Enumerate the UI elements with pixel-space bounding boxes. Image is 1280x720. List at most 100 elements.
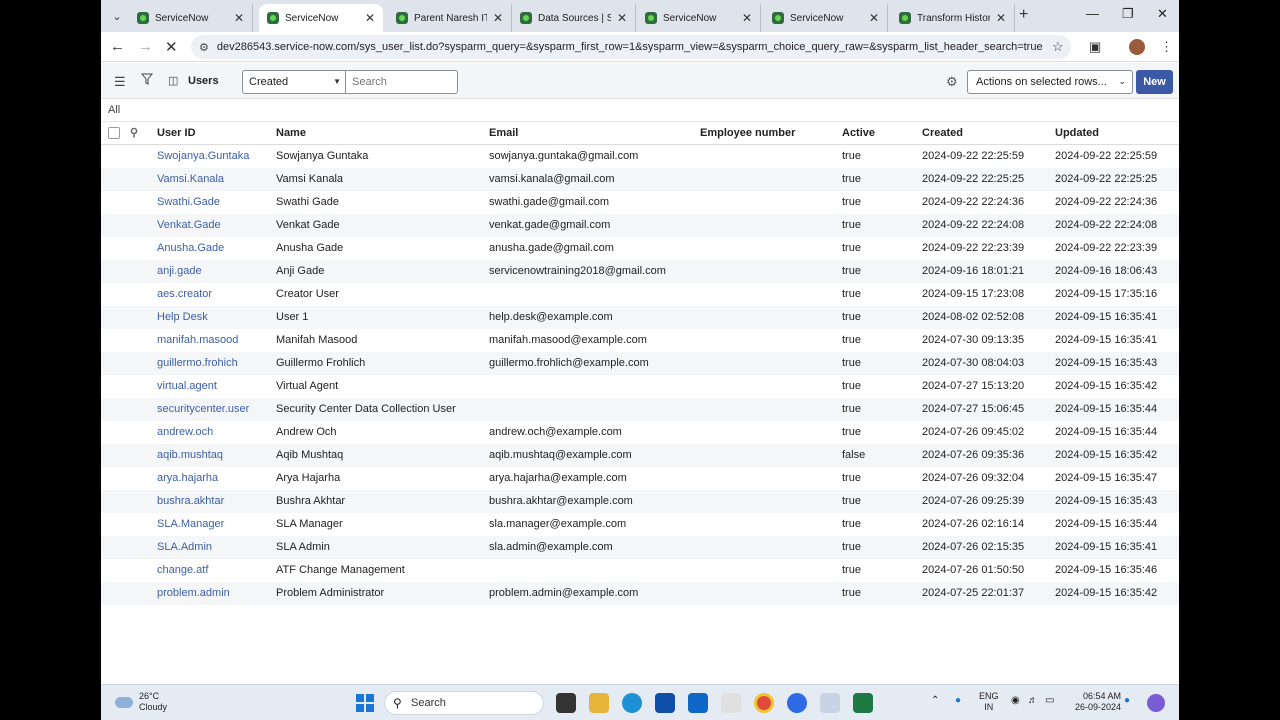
loading-icon[interactable]: ✕	[165, 38, 178, 56]
table-row[interactable]: Anusha.Gade Anusha Gade anusha.gade@gmail.…	[101, 237, 1179, 260]
browser-tab[interactable]: ServiceNow ✕	[129, 4, 253, 32]
task-view-icon[interactable]	[556, 693, 576, 713]
table-row[interactable]: aes.creator Creator User true 2024-09-15 17…	[101, 283, 1179, 306]
table-row[interactable]: SLA.Admin SLA Admin sla.admin@example.com t…	[101, 536, 1179, 559]
tray-overflow-icon[interactable]: ⌃	[931, 695, 939, 706]
table-row[interactable]: Venkat.Gade Venkat Gade venkat.gade@gmail.…	[101, 214, 1179, 237]
bookmark-star-icon[interactable]: ☆	[1052, 39, 1064, 55]
table-row[interactable]: securitycenter.user Security Center Data …	[101, 398, 1179, 421]
language-indicator[interactable]: ENG IN	[979, 691, 999, 713]
copilot-icon[interactable]	[1147, 694, 1165, 712]
table-row[interactable]: Help Desk User 1 help.desk@example.com true…	[101, 306, 1179, 329]
site-info-icon[interactable]: ⚙	[199, 41, 209, 54]
user-id-link[interactable]: SLA.Manager	[157, 513, 224, 536]
taskbar-search[interactable]: ⚲ Search	[384, 691, 544, 715]
search-field-select[interactable]: Created ▼	[242, 70, 346, 94]
table-row[interactable]: guillermo.frohich Guillermo Frohlich guill…	[101, 352, 1179, 375]
context-menu-icon[interactable]: ◫	[168, 74, 178, 87]
user-id-link[interactable]: aqib.mushtaq	[157, 444, 223, 467]
browser-tab[interactable]: ServiceNow ✕	[637, 4, 761, 32]
table-row[interactable]: Swojanya.Guntaka Sowjanya Guntaka sowjanya…	[101, 145, 1179, 168]
gear-icon[interactable]: ⚙	[946, 74, 958, 90]
maximize-icon[interactable]: ❐	[1122, 6, 1134, 22]
outlook-icon[interactable]	[688, 693, 708, 713]
table-row[interactable]: bushra.akhtar Bushra Akhtar bushra.akhtar@…	[101, 490, 1179, 513]
close-tab-icon[interactable]: ✕	[617, 11, 627, 25]
user-id-link[interactable]: securitycenter.user	[157, 398, 249, 421]
table-row[interactable]: problem.admin Problem Administrator proble…	[101, 582, 1179, 605]
forward-icon[interactable]: →	[138, 38, 153, 55]
new-button[interactable]: New	[1136, 70, 1173, 94]
browser-menu-icon[interactable]: ⋮	[1160, 39, 1173, 55]
user-id-link[interactable]: change.atf	[157, 559, 208, 582]
user-id-link[interactable]: Help Desk	[157, 306, 208, 329]
excel-icon[interactable]	[853, 693, 873, 713]
user-id-link[interactable]: bushra.akhtar	[157, 490, 224, 513]
zoom-icon[interactable]	[787, 693, 807, 713]
search-input[interactable]	[345, 70, 458, 94]
user-id-link[interactable]: andrew.och	[157, 421, 213, 444]
browser-tab[interactable]: Data Sources | Ser ✕	[512, 4, 636, 32]
list-menu-icon[interactable]: ☰	[114, 74, 126, 90]
filter-icon[interactable]	[141, 73, 153, 85]
user-id-link[interactable]: Anusha.Gade	[157, 237, 224, 260]
table-row[interactable]: aqib.mushtaq Aqib Mushtaq aqib.mushtaq@exa…	[101, 444, 1179, 467]
browser-tab[interactable]: Transform Historic ✕	[891, 4, 1015, 32]
browser-tab[interactable]: Parent Naresh ITs ✕	[388, 4, 512, 32]
actions-select[interactable]: Actions on selected rows... ⌄	[967, 70, 1133, 94]
table-row[interactable]: manifah.masood Manifah Masood manifah.maso…	[101, 329, 1179, 352]
column-header[interactable]: Created	[922, 122, 963, 145]
new-tab-icon[interactable]: +	[1019, 6, 1028, 24]
edge-icon[interactable]	[622, 693, 642, 713]
back-icon[interactable]: ←	[110, 38, 125, 55]
file-explorer-icon[interactable]	[589, 693, 609, 713]
table-row[interactable]: Swathi.Gade Swathi Gade swathi.gade@gmail.…	[101, 191, 1179, 214]
microphone-icon[interactable]: ●	[955, 695, 961, 706]
table-row[interactable]: Vamsi.Kanala Vamsi Kanala vamsi.kanala@gma…	[101, 168, 1179, 191]
store-icon[interactable]	[655, 693, 675, 713]
user-id-link[interactable]: Venkat.Gade	[157, 214, 221, 237]
profile-avatar[interactable]	[1129, 39, 1145, 55]
table-row[interactable]: virtual.agent Virtual Agent true 2024-07-27…	[101, 375, 1179, 398]
tab-search-icon[interactable]: ⌄	[105, 5, 129, 27]
close-tab-icon[interactable]: ✕	[365, 11, 375, 25]
close-tab-icon[interactable]: ✕	[869, 11, 879, 25]
close-tab-icon[interactable]: ✕	[493, 11, 503, 25]
table-row[interactable]: SLA.Manager SLA Manager sla.manager@exampl…	[101, 513, 1179, 536]
wifi-icon[interactable]: ◉	[1011, 695, 1020, 706]
column-search-icon[interactable]: ⚲	[130, 126, 138, 139]
clock[interactable]: 06:54 AM 26-09-2024	[1071, 691, 1121, 713]
table-row[interactable]: arya.hajarha Arya Hajarha arya.hajarha@exa…	[101, 467, 1179, 490]
close-tab-icon[interactable]: ✕	[234, 11, 244, 25]
user-id-link[interactable]: anji.gade	[157, 260, 202, 283]
column-header[interactable]: Updated	[1055, 122, 1099, 145]
user-id-link[interactable]: Swojanya.Guntaka	[157, 145, 249, 168]
user-id-link[interactable]: arya.hajarha	[157, 467, 218, 490]
close-tab-icon[interactable]: ✕	[996, 11, 1006, 25]
user-id-link[interactable]: Vamsi.Kanala	[157, 168, 224, 191]
volume-icon[interactable]: ♬	[1028, 695, 1038, 706]
extensions-icon[interactable]: ▣	[1089, 39, 1101, 55]
column-header[interactable]: User ID	[157, 122, 196, 145]
minimize-icon[interactable]: —	[1086, 6, 1099, 21]
user-id-link[interactable]: Swathi.Gade	[157, 191, 220, 214]
user-id-link[interactable]: problem.admin	[157, 582, 230, 605]
column-header[interactable]: Name	[276, 122, 306, 145]
notepad-icon[interactable]	[820, 693, 840, 713]
breadcrumb[interactable]: All	[108, 104, 120, 116]
user-id-link[interactable]: SLA.Admin	[157, 536, 212, 559]
browser-tab[interactable]: ServiceNow ✕	[764, 4, 888, 32]
close-window-icon[interactable]: ✕	[1157, 6, 1168, 22]
snipping-tool-icon[interactable]	[721, 693, 741, 713]
browser-tab[interactable]: ServiceNow ✕	[259, 4, 383, 32]
chrome-icon[interactable]	[754, 693, 774, 713]
user-id-link[interactable]: manifah.masood	[157, 329, 238, 352]
url-field[interactable]: ⚙ dev286543.service-now.com/sys_user_lis…	[191, 35, 1071, 59]
battery-icon[interactable]: ▭	[1045, 695, 1054, 706]
weather-widget[interactable]: 26°C Cloudy	[115, 691, 167, 713]
user-id-link[interactable]: virtual.agent	[157, 375, 217, 398]
table-row[interactable]: change.atf ATF Change Management true 2024-…	[101, 559, 1179, 582]
notification-bell-icon[interactable]: ●	[1124, 695, 1130, 706]
close-tab-icon[interactable]: ✕	[742, 11, 752, 25]
user-id-link[interactable]: aes.creator	[157, 283, 212, 306]
